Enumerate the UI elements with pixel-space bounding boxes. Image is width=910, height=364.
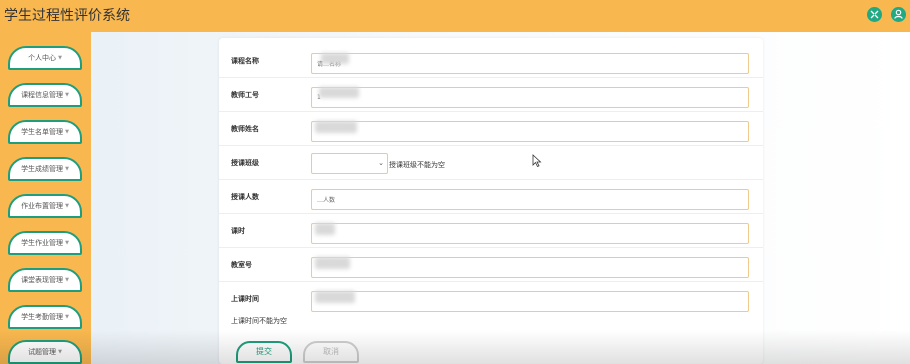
- form-row-course-name: 课程名称: [219, 44, 763, 78]
- redaction-blur: [321, 53, 349, 64]
- sidebar-item-label: 学生考勤管理: [21, 313, 64, 321]
- sidebar-item-course-info[interactable]: 课程信息管理 ▼: [8, 83, 82, 107]
- sidebar-item-label: 学生名单管理: [21, 128, 64, 136]
- form-row-class: 授课班级: [219, 146, 763, 180]
- chevron-down-icon: ▼: [58, 55, 62, 61]
- cancel-button[interactable]: 取消: [303, 341, 359, 363]
- chevron-down-icon: ⌄: [378, 159, 384, 167]
- field-label: 授课班级: [231, 159, 259, 167]
- field-label: 上课时间: [231, 295, 259, 303]
- chevron-down-icon: ▼: [58, 349, 62, 355]
- chevron-down-icon: ▼: [65, 166, 69, 172]
- form-row-teacher-id: 教师工号: [219, 78, 763, 112]
- classroom-input[interactable]: [311, 257, 749, 278]
- form-row-class-time: 上课时间: [219, 282, 763, 316]
- sidebar-item-label: 个人中心: [28, 54, 57, 62]
- sidebar-item-label: 学生成绩管理: [21, 165, 64, 173]
- fullscreen-icon[interactable]: [867, 7, 882, 22]
- sidebar-item-student-list[interactable]: 学生名单管理 ▼: [8, 120, 82, 144]
- teacher-id-input[interactable]: [311, 87, 749, 108]
- top-header: 学生过程性评价系统: [0, 0, 910, 32]
- field-label: 教室号: [231, 261, 252, 269]
- chevron-down-icon: ▼: [65, 92, 69, 98]
- redaction-blur: [315, 291, 355, 303]
- field-label: 教师工号: [231, 91, 259, 99]
- sidebar-item-student-grades[interactable]: 学生成绩管理 ▼: [8, 157, 82, 181]
- redaction-blur: [315, 121, 357, 133]
- field-label: 课程名称: [231, 57, 259, 65]
- app-title: 学生过程性评价系统: [4, 8, 130, 24]
- chevron-down-icon: ▼: [65, 314, 69, 320]
- redaction-blur: [315, 257, 350, 269]
- student-count-input[interactable]: [311, 189, 749, 210]
- class-time-input[interactable]: [311, 291, 749, 312]
- sidebar-item-label: 课程信息管理: [21, 91, 64, 99]
- field-label: 教师姓名: [231, 125, 259, 133]
- form-row-hours: 课时: [219, 214, 763, 248]
- course-form-panel: 课程名称 教师工号 教师姓名 授课班级 ⌄ 授课班级不能为空 授课人数 课时 教…: [219, 38, 763, 364]
- class-validation-hint: 授课班级不能为空: [389, 161, 445, 169]
- course-name-input[interactable]: [311, 53, 749, 74]
- user-icon[interactable]: [891, 7, 906, 22]
- sidebar-item-class-performance[interactable]: 课堂表现管理 ▼: [8, 268, 82, 292]
- field-label: 课时: [231, 227, 245, 235]
- chevron-down-icon: ▼: [65, 203, 69, 209]
- time-validation-hint: 上课时间不能为空: [231, 317, 287, 325]
- hours-input[interactable]: [311, 223, 749, 244]
- sidebar: 个人中心 ▼ 课程信息管理 ▼ 学生名单管理 ▼ 学生成绩管理 ▼ 作业布置管理 ▼ 学生…: [0, 32, 91, 364]
- sidebar-item-label: 课堂表现管理: [21, 276, 64, 284]
- sidebar-item-label: 学生作业管理: [21, 239, 64, 247]
- sidebar-item-question-bank[interactable]: 试题管理 ▼: [8, 340, 82, 364]
- chevron-down-icon: ▼: [65, 277, 69, 283]
- sidebar-item-label: 试题管理: [28, 348, 57, 356]
- class-select[interactable]: ⌄: [311, 153, 388, 174]
- sidebar-item-label: 作业布置管理: [21, 202, 64, 210]
- teacher-name-input[interactable]: [311, 121, 749, 142]
- form-row-student-count: 授课人数: [219, 180, 763, 214]
- sidebar-item-homework-assign[interactable]: 作业布置管理 ▼: [8, 194, 82, 218]
- form-row-classroom: 教室号: [219, 248, 763, 282]
- redaction-blur: [315, 223, 335, 235]
- redaction-blur: [319, 87, 359, 98]
- form-row-teacher-name: 教师姓名: [219, 112, 763, 146]
- sidebar-item-student-homework[interactable]: 学生作业管理 ▼: [8, 231, 82, 255]
- mouse-cursor-icon: [532, 154, 542, 168]
- sidebar-item-attendance[interactable]: 学生考勤管理 ▼: [8, 305, 82, 329]
- chevron-down-icon: ▼: [65, 129, 69, 135]
- field-label: 授课人数: [231, 193, 259, 201]
- chevron-down-icon: ▼: [65, 240, 69, 246]
- submit-button[interactable]: 提交: [236, 341, 292, 363]
- sidebar-item-personal-center[interactable]: 个人中心 ▼: [8, 46, 82, 70]
